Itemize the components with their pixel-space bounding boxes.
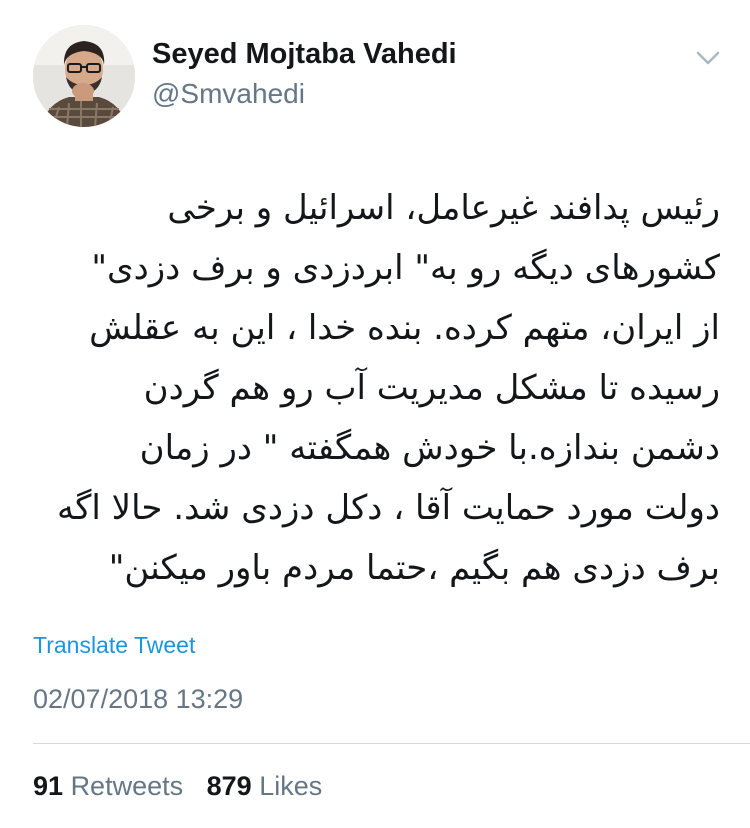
divider	[33, 743, 750, 744]
tweet-text-line: رسیده تا مشکل مدیریت آب رو هم گردن	[143, 368, 720, 408]
tweet-text-line: از ایران، متهم کرده. بنده خدا ، این به ع…	[89, 308, 720, 348]
chevron-down-icon[interactable]	[692, 46, 724, 70]
retweets-stat[interactable]: 91 Retweets	[33, 771, 183, 802]
likes-stat[interactable]: 879 Likes	[207, 771, 323, 802]
tweet-text-line: دشمن بندازه.با خودش همگفته " در زمان	[139, 428, 720, 468]
likes-label: Likes	[259, 771, 323, 801]
author-handle[interactable]: @Smvahedi	[152, 78, 305, 110]
tweet-text-line: رئیس پدافند غیرعامل، اسرائیل و برخی	[167, 188, 720, 228]
tweet-text-line: دولت مورد حمایت آقا ، دکل دزدی شد. حالا …	[57, 488, 720, 528]
tweet-text-line: برف دزدی هم بگیم ،حتما مردم باور میکنن"	[108, 548, 720, 588]
tweet-stats: 91 Retweets 879 Likes	[33, 771, 322, 802]
author-name[interactable]: Seyed Mojtaba Vahedi	[152, 38, 457, 71]
translate-tweet-link[interactable]: Translate Tweet	[33, 632, 195, 659]
tweet-text: رئیس پدافند غیرعامل، اسرائیل و برخی کشور…	[30, 178, 720, 598]
retweets-count: 91	[33, 771, 64, 801]
tweet-header: Seyed Mojtaba Vahedi @Smvahedi	[0, 0, 750, 150]
tweet-text-line: کشورهای دیگه رو به" ابردزدی و برف دزدی"	[91, 248, 720, 288]
likes-count: 879	[206, 771, 252, 801]
avatar-image	[33, 25, 135, 127]
tweet-timestamp[interactable]: 02/07/2018 13:29	[33, 684, 243, 715]
avatar[interactable]	[33, 25, 135, 127]
retweets-label: Retweets	[70, 771, 184, 801]
